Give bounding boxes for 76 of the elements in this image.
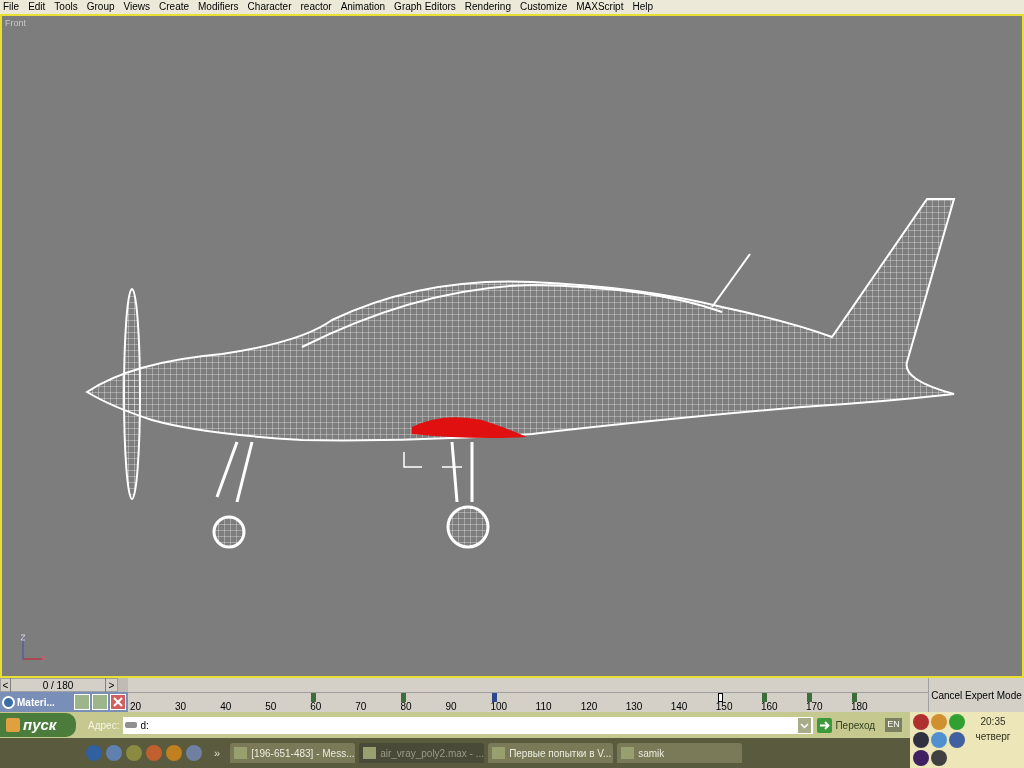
address-field[interactable]: d:: [123, 716, 814, 734]
menu-item[interactable]: Animation: [340, 1, 386, 12]
tick-label: 160: [760, 702, 778, 712]
key-marker[interactable]: [852, 693, 857, 702]
tick-label: 90: [445, 702, 457, 712]
tick-label: 20: [130, 702, 142, 712]
window-icon: [363, 747, 377, 759]
menu-item[interactable]: Modifiers: [198, 1, 239, 12]
key-marker[interactable]: [311, 693, 317, 702]
dropdown-icon[interactable]: [798, 717, 812, 733]
more-icons-chevron[interactable]: »: [214, 744, 221, 762]
key-marker[interactable]: [761, 693, 767, 702]
clock[interactable]: 20:35: [980, 714, 1006, 729]
app-launch-icon[interactable]: [126, 745, 142, 761]
tick-label: 100: [490, 702, 508, 712]
menu-item[interactable]: Tools: [54, 1, 78, 12]
address-label: Адрес:: [88, 718, 120, 733]
tray-icon[interactable]: [913, 750, 929, 766]
tick-label: 140: [670, 702, 688, 712]
tick-label: 170: [805, 702, 823, 712]
day-of-week: четверг: [975, 730, 1011, 744]
timeline-track[interactable]: 20 30 40 50 60 70 80 90 100 110 120 130 140 150 160 170 180: [128, 692, 928, 712]
time-cursor[interactable]: [718, 693, 723, 702]
drive-icon: [125, 722, 138, 728]
taskbar-button[interactable]: [196-651-483] - Mess...: [230, 743, 356, 763]
tick-label: 80: [400, 702, 412, 712]
tick-label: 40: [220, 702, 232, 712]
window-title: Materi...: [17, 695, 56, 710]
tray-icon[interactable]: [913, 714, 929, 730]
tick-label: 70: [355, 702, 367, 712]
menu-item[interactable]: Edit: [28, 1, 46, 12]
restore-icon[interactable]: [74, 694, 90, 710]
tray-icon[interactable]: [913, 732, 929, 748]
network-icon[interactable]: [949, 732, 965, 748]
app-launch-icon[interactable]: [106, 745, 122, 761]
window-icon: [621, 747, 635, 759]
key-marker[interactable]: [806, 693, 812, 702]
start-button[interactable]: пуск: [0, 713, 76, 737]
go-arrow-icon: [817, 717, 833, 733]
tray-icon[interactable]: [931, 750, 947, 766]
app-launch-icon[interactable]: [186, 745, 202, 761]
window-icon: [492, 747, 506, 759]
tick-label: 30: [175, 702, 187, 712]
media-player-icon[interactable]: [166, 745, 182, 761]
tick-label: 180: [851, 702, 868, 712]
menu-item[interactable]: Help: [632, 1, 654, 12]
key-marker[interactable]: [491, 693, 497, 702]
tick-label: 130: [625, 702, 643, 712]
taskbar-button[interactable]: samik: [617, 743, 743, 763]
menu-item[interactable]: Views: [123, 1, 150, 12]
cancel-expert-mode-button[interactable]: Cancel Expert Mode: [931, 687, 1022, 703]
window-icon: [234, 747, 248, 759]
menu-item[interactable]: Character: [247, 1, 292, 12]
viewport-label: Front: [5, 16, 26, 30]
menu-item[interactable]: Customize: [519, 1, 568, 12]
menu-item[interactable]: Rendering: [464, 1, 511, 12]
tick-label: 120: [580, 702, 598, 712]
app-icon: [2, 695, 15, 709]
menu-item[interactable]: Graph Editors: [394, 1, 456, 12]
menu-item[interactable]: Create: [159, 1, 190, 12]
frame-counter: 0 / 180: [41, 678, 75, 693]
key-marker[interactable]: [401, 693, 407, 702]
close-icon[interactable]: [110, 694, 126, 710]
language-indicator[interactable]: EN: [885, 718, 902, 732]
tick-label: 110: [535, 702, 552, 712]
taskbar-button[interactable]: Первые попытки в V...: [488, 743, 614, 763]
tick-label: 60: [310, 702, 322, 712]
menu-item[interactable]: reactor: [300, 1, 332, 12]
menu-item[interactable]: File: [3, 1, 20, 12]
tick-label: 50: [265, 702, 277, 712]
menu-item[interactable]: Group: [86, 1, 115, 12]
maximize-icon[interactable]: [92, 694, 108, 710]
go-button[interactable]: Переход: [817, 717, 876, 733]
app-launch-icon[interactable]: [146, 745, 162, 761]
tick-label: 150: [715, 702, 733, 712]
menu-item[interactable]: MAXScript: [576, 1, 624, 12]
